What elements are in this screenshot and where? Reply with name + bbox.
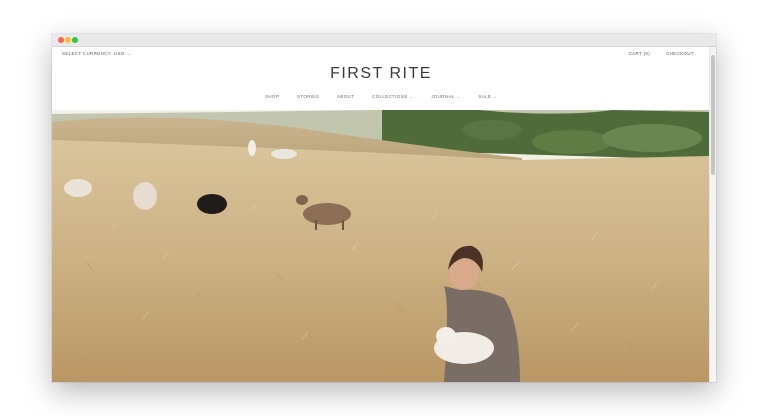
utility-bar: SELECT CURRENCY USD ⌄ CART (0) CHECKOUT xyxy=(52,47,710,61)
photo-hero-image xyxy=(52,110,710,382)
nav-label: ABOUT xyxy=(337,94,355,99)
nav-label: COLLECTIONS xyxy=(372,94,408,99)
brand-logo[interactable]: FIRST RITE xyxy=(52,65,710,83)
scrollbar[interactable] xyxy=(709,47,716,382)
chevron-down-icon: ⌄ xyxy=(456,94,461,99)
nav-item-shop[interactable]: SHOP xyxy=(265,94,279,99)
nav-label: JOURNAL xyxy=(431,94,455,99)
chevron-down-icon: ⌄ xyxy=(409,94,414,99)
nav-label: SHOP xyxy=(265,94,280,99)
nav-item-stories[interactable]: STORIES xyxy=(297,94,319,99)
hero-image[interactable] xyxy=(52,110,710,382)
nav-item-about[interactable]: ABOUT xyxy=(337,94,354,99)
nav-label: STORIES xyxy=(297,94,320,99)
nav-item-sale[interactable]: SALE ⌄ xyxy=(478,94,497,99)
currency-selector[interactable]: SELECT CURRENCY USD ⌄ xyxy=(62,51,131,56)
cart-link[interactable]: CART (0) xyxy=(629,51,651,56)
chevron-down-icon: ⌄ xyxy=(127,51,132,56)
nav-label: SALE xyxy=(478,94,492,99)
page-viewport: SELECT CURRENCY USD ⌄ CART (0) CHECKOUT … xyxy=(52,47,710,382)
nav-item-collections[interactable]: COLLECTIONS ⌄ xyxy=(372,94,413,99)
currency-label: SELECT CURRENCY xyxy=(62,51,112,56)
close-window-button[interactable] xyxy=(58,37,64,43)
browser-window: SELECT CURRENCY USD ⌄ CART (0) CHECKOUT … xyxy=(52,34,716,382)
nav-item-journal[interactable]: JOURNAL ⌄ xyxy=(431,94,460,99)
browser-titlebar xyxy=(52,34,716,47)
main-nav: SHOP STORIES ABOUT COLLECTIONS ⌄ JOURNAL ⌄… xyxy=(52,94,710,99)
maximize-window-button[interactable] xyxy=(72,37,78,43)
checkout-link[interactable]: CHECKOUT xyxy=(666,51,694,56)
minimize-window-button[interactable] xyxy=(65,37,71,43)
scrollbar-thumb[interactable] xyxy=(711,55,715,175)
currency-value: USD xyxy=(114,51,125,56)
chevron-down-icon: ⌄ xyxy=(493,94,497,99)
